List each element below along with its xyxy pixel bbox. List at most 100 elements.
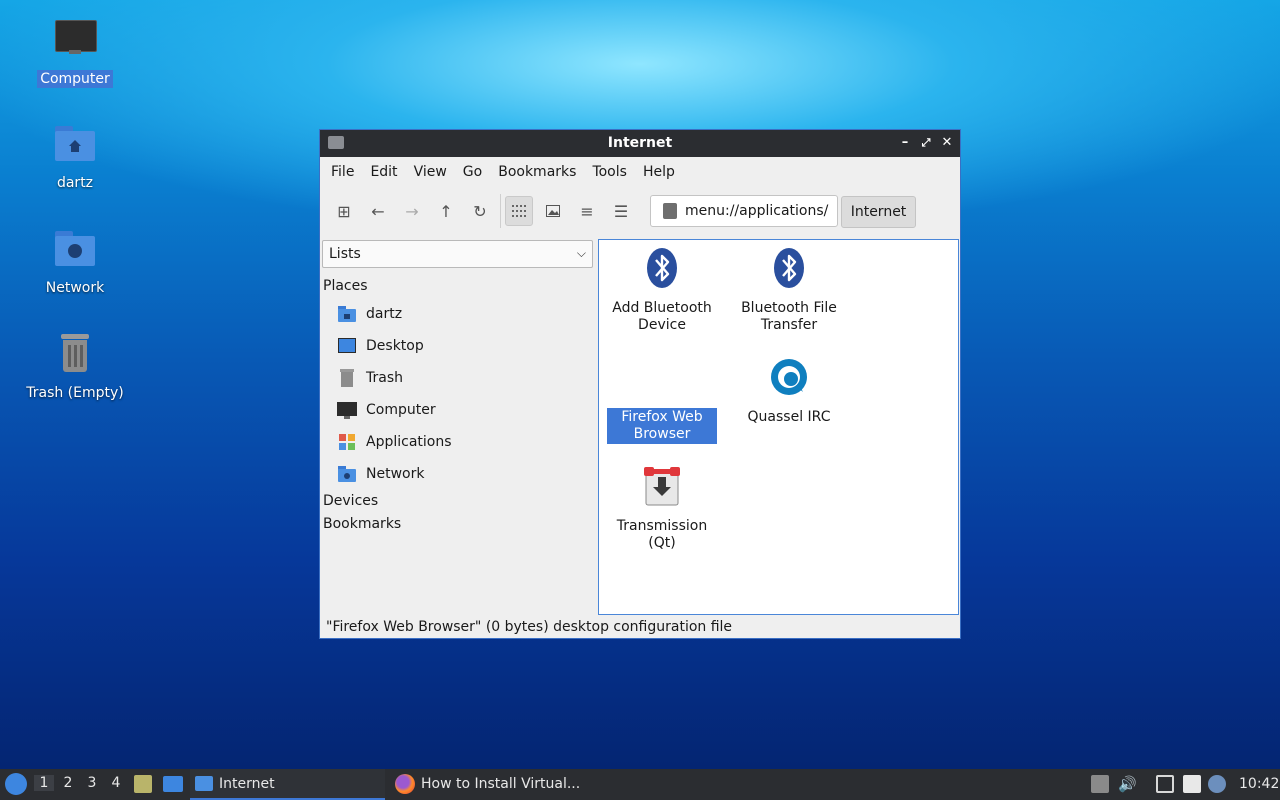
- applications-icon: [337, 433, 357, 451]
- place-item-trash[interactable]: Trash: [337, 366, 403, 390]
- workspace-2[interactable]: 2: [58, 775, 78, 791]
- file-view[interactable]: Add Bluetooth Device Bluetooth File Tran…: [598, 239, 959, 615]
- new-tab-icon[interactable]: ⊞: [330, 196, 358, 226]
- taskbar: 1 2 3 4 Internet How to Install Virtual.…: [0, 769, 1280, 800]
- file-item-firefox-web-browser[interactable]: Firefox Web Browser: [607, 356, 717, 444]
- titlebar[interactable]: Internet – ⤢ ✕: [320, 130, 960, 157]
- update-notifier-icon[interactable]: [1208, 775, 1226, 793]
- clipboard-icon[interactable]: [1183, 775, 1201, 793]
- bluetooth-icon: [642, 247, 682, 289]
- tray-arrow-icon[interactable]: [1091, 775, 1109, 793]
- menu-edit[interactable]: Edit: [362, 164, 405, 180]
- location-icon: [663, 203, 677, 219]
- reload-icon[interactable]: ↻: [466, 196, 494, 226]
- close-button[interactable]: ✕: [938, 134, 956, 152]
- detailed-list-view-icon[interactable]: ☰: [607, 196, 635, 226]
- icon-view-icon[interactable]: [505, 196, 533, 226]
- back-arrow-icon[interactable]: ←: [364, 196, 392, 226]
- desktop-icon-label: Network: [45, 280, 105, 296]
- workspace-1[interactable]: 1: [34, 775, 54, 791]
- side-pane: Lists ⌵ Places dartz Desktop Trash Compu…: [320, 237, 596, 615]
- show-desktop-icon[interactable]: [163, 776, 183, 792]
- task-internet[interactable]: Internet: [190, 769, 385, 800]
- menubar: File Edit View Go Bookmarks Tools Help: [320, 157, 960, 187]
- menu-file[interactable]: File: [323, 164, 362, 180]
- clock[interactable]: 10:42: [1239, 776, 1279, 792]
- window-title: Internet: [607, 135, 673, 151]
- location-input[interactable]: menu://applications/: [685, 203, 828, 219]
- desktop-icon-trash[interactable]: Trash (Empty): [20, 332, 130, 402]
- place-label: Computer: [366, 402, 436, 418]
- file-item-label: Bluetooth File Transfer: [741, 300, 837, 333]
- task-label: Internet: [219, 775, 275, 792]
- quassel-icon: [769, 356, 809, 398]
- place-label: Desktop: [366, 338, 424, 354]
- start-menu-icon[interactable]: [5, 773, 27, 795]
- desktop-icon-label: Computer: [37, 70, 113, 88]
- file-item-label: Transmission (Qt): [616, 518, 708, 551]
- menu-tools[interactable]: Tools: [584, 164, 635, 180]
- firefox-icon: [395, 773, 415, 794]
- trash-icon: [337, 369, 357, 387]
- transmission-icon: [642, 465, 682, 507]
- home-folder-icon: [51, 122, 99, 170]
- menu-go[interactable]: Go: [455, 164, 490, 180]
- task-browser[interactable]: How to Install Virtual...: [392, 769, 592, 798]
- place-label: Trash: [366, 370, 403, 386]
- menu-view[interactable]: View: [406, 164, 455, 180]
- workspace-3[interactable]: 3: [82, 775, 102, 791]
- breadcrumb-button[interactable]: Internet: [841, 196, 916, 228]
- forward-arrow-icon[interactable]: →: [398, 196, 426, 226]
- desktop-icon-network[interactable]: Network: [20, 227, 130, 297]
- place-item-network[interactable]: Network: [337, 462, 424, 486]
- place-item-desktop[interactable]: Desktop: [337, 334, 424, 358]
- bookmarks-heading[interactable]: Bookmarks: [323, 516, 401, 532]
- menu-help[interactable]: Help: [635, 164, 683, 180]
- places-heading[interactable]: Places: [323, 278, 368, 294]
- file-manager-launcher-icon[interactable]: [134, 775, 152, 793]
- chevron-down-icon: ⌵: [576, 246, 586, 260]
- file-item-label: Quassel IRC: [747, 409, 831, 425]
- side-pane-mode-select[interactable]: Lists ⌵: [322, 240, 593, 268]
- file-manager-window: Internet – ⤢ ✕ File Edit View Go Bookmar…: [319, 129, 961, 639]
- desktop-icon-home[interactable]: dartz: [20, 122, 130, 192]
- computer-icon: [337, 401, 357, 419]
- file-item-quassel-irc[interactable]: Quassel IRC: [734, 356, 844, 427]
- volume-icon[interactable]: 🔊: [1118, 775, 1137, 793]
- place-item-dartz[interactable]: dartz: [337, 302, 402, 326]
- devices-heading[interactable]: Devices: [323, 493, 378, 509]
- trash-icon: [51, 332, 99, 380]
- network-folder-icon: [51, 227, 99, 275]
- toolbar-separator: [500, 194, 501, 228]
- workspace-4[interactable]: 4: [106, 775, 126, 791]
- maximize-button[interactable]: ⤢: [917, 134, 935, 152]
- bluetooth-icon: [769, 247, 809, 289]
- network-icon[interactable]: [1156, 775, 1174, 793]
- location-bar[interactable]: menu://applications/: [650, 195, 838, 227]
- thumbnail-view-icon[interactable]: [539, 196, 567, 226]
- desktop-icon-computer[interactable]: Computer: [20, 18, 130, 88]
- place-item-computer[interactable]: Computer: [337, 398, 436, 422]
- file-item-bluetooth-file-transfer[interactable]: Bluetooth File Transfer: [734, 247, 844, 335]
- compact-view-icon[interactable]: ≡: [573, 196, 601, 226]
- desktop-icon-label: dartz: [56, 175, 94, 191]
- file-item-label: Add Bluetooth Device: [612, 300, 712, 333]
- file-item-transmission[interactable]: Transmission (Qt): [607, 465, 717, 553]
- home-folder-icon: [337, 305, 357, 323]
- firefox-icon: [642, 356, 682, 398]
- up-arrow-icon[interactable]: ↑: [432, 196, 460, 226]
- desktop-icon: [337, 337, 357, 355]
- place-label: dartz: [366, 306, 403, 322]
- minimize-button[interactable]: –: [896, 134, 914, 152]
- folder-icon: [195, 776, 213, 791]
- task-label: How to Install Virtual...: [421, 775, 581, 792]
- file-item-label: Firefox Web Browser: [607, 408, 717, 444]
- place-label: Network: [366, 466, 425, 482]
- computer-icon: [51, 18, 99, 66]
- status-bar: "Firefox Web Browser" (0 bytes) desktop …: [326, 619, 733, 635]
- toolbar: ⊞ ← → ↑ ↻ ≡ ☰ menu://applications/ Inter…: [320, 187, 960, 235]
- network-folder-icon: [337, 465, 357, 483]
- file-item-add-bluetooth-device[interactable]: Add Bluetooth Device: [607, 247, 717, 335]
- place-item-applications[interactable]: Applications: [337, 430, 452, 454]
- menu-bookmarks[interactable]: Bookmarks: [490, 164, 584, 180]
